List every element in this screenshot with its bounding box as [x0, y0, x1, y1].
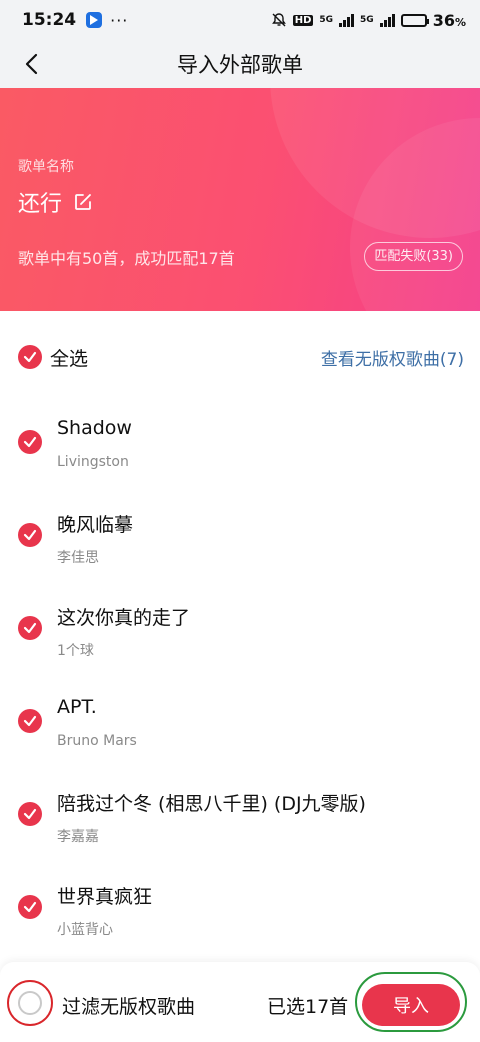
song-artist: 小蓝背心	[57, 922, 113, 938]
network-type-1: 5G	[319, 14, 334, 25]
check-icon	[23, 436, 37, 448]
select-all-checkbox[interactable]	[18, 345, 42, 369]
network-type-2: 5G	[360, 14, 374, 25]
import-button[interactable]: 导入	[362, 984, 460, 1026]
playlist-header: 歌单名称 还行 歌单中有50首，成功匹配17首 匹配失败(33)	[0, 88, 480, 311]
song-item[interactable]: Shadow Livingston	[0, 396, 480, 489]
song-title: 这次你真的走了	[57, 607, 191, 629]
song-checkbox[interactable]	[18, 523, 42, 547]
hd-badge: HD	[292, 14, 314, 26]
song-item[interactable]: 晚风临摹 李佳思	[0, 489, 480, 582]
status-bar: 15:24 ··· HD 5G 5G 36%	[0, 0, 480, 40]
check-icon	[23, 715, 37, 727]
status-time: 15:24	[22, 10, 77, 30]
song-checkbox[interactable]	[18, 802, 42, 826]
more-notifications-icon: ···	[110, 10, 129, 30]
song-title: APT.	[57, 696, 97, 718]
battery-icon	[400, 13, 429, 27]
page-title: 导入外部歌单	[177, 53, 303, 77]
battery-percent: 36%	[432, 10, 466, 30]
song-title: 陪我过个冬 (相思八千里) (DJ九零版)	[57, 793, 366, 815]
back-button[interactable]	[18, 50, 46, 78]
song-artist: Bruno Mars	[57, 733, 137, 749]
app-notification-icon	[86, 12, 103, 28]
view-no-copyright-link[interactable]: 查看无版权歌曲(7)	[321, 345, 464, 370]
select-all-row[interactable]: 全选 查看无版权歌曲(7)	[0, 311, 480, 403]
bell-muted-icon	[271, 13, 286, 27]
nav-bar: 导入外部歌单	[0, 40, 480, 88]
bottom-action-bar: 过滤无版权歌曲 已选17首 导入	[0, 962, 480, 1042]
filter-no-copyright-toggle[interactable]	[18, 991, 42, 1015]
chevron-left-icon	[25, 53, 38, 75]
status-icons: HD 5G 5G 36%	[271, 11, 466, 30]
song-checkbox[interactable]	[18, 895, 42, 919]
song-artist: Livingston	[57, 454, 129, 470]
playlist-name-row: 还行	[18, 186, 94, 218]
song-artist: 李嘉嘉	[57, 829, 99, 845]
song-item[interactable]: 这次你真的走了 1个球	[0, 582, 480, 675]
filter-no-copyright-label: 过滤无版权歌曲	[62, 996, 196, 1018]
edit-icon[interactable]	[72, 191, 94, 213]
song-checkbox[interactable]	[18, 430, 42, 454]
select-all-label: 全选	[50, 347, 89, 370]
song-artist: 1个球	[57, 643, 94, 659]
song-artist: 李佳思	[57, 550, 99, 566]
check-icon	[23, 622, 37, 634]
selected-count: 已选17首	[267, 996, 349, 1018]
song-checkbox[interactable]	[18, 709, 42, 733]
song-item[interactable]: 世界真疯狂 小蓝背心	[0, 861, 480, 954]
song-item[interactable]: APT. Bruno Mars	[0, 675, 480, 768]
check-icon	[23, 808, 37, 820]
match-info: 歌单中有50首，成功匹配17首	[18, 249, 235, 268]
song-item[interactable]: 陪我过个冬 (相思八千里) (DJ九零版) 李嘉嘉	[0, 768, 480, 861]
check-icon	[23, 901, 37, 913]
match-failed-button[interactable]: 匹配失败(33)	[364, 242, 463, 271]
song-checkbox[interactable]	[18, 616, 42, 640]
song-title: 晚风临摹	[57, 514, 134, 536]
signal-icon-1	[339, 13, 355, 27]
signal-icon-2	[379, 13, 395, 27]
song-list: Shadow Livingston 晚风临摹 李佳思 这次你真的走了 1个球 A…	[0, 396, 480, 954]
playlist-name-label: 歌单名称	[18, 159, 74, 175]
song-title: Shadow	[57, 417, 132, 439]
song-title: 世界真疯狂	[57, 886, 153, 908]
check-icon	[23, 529, 37, 541]
playlist-name: 还行	[18, 192, 63, 217]
check-icon	[23, 351, 37, 363]
